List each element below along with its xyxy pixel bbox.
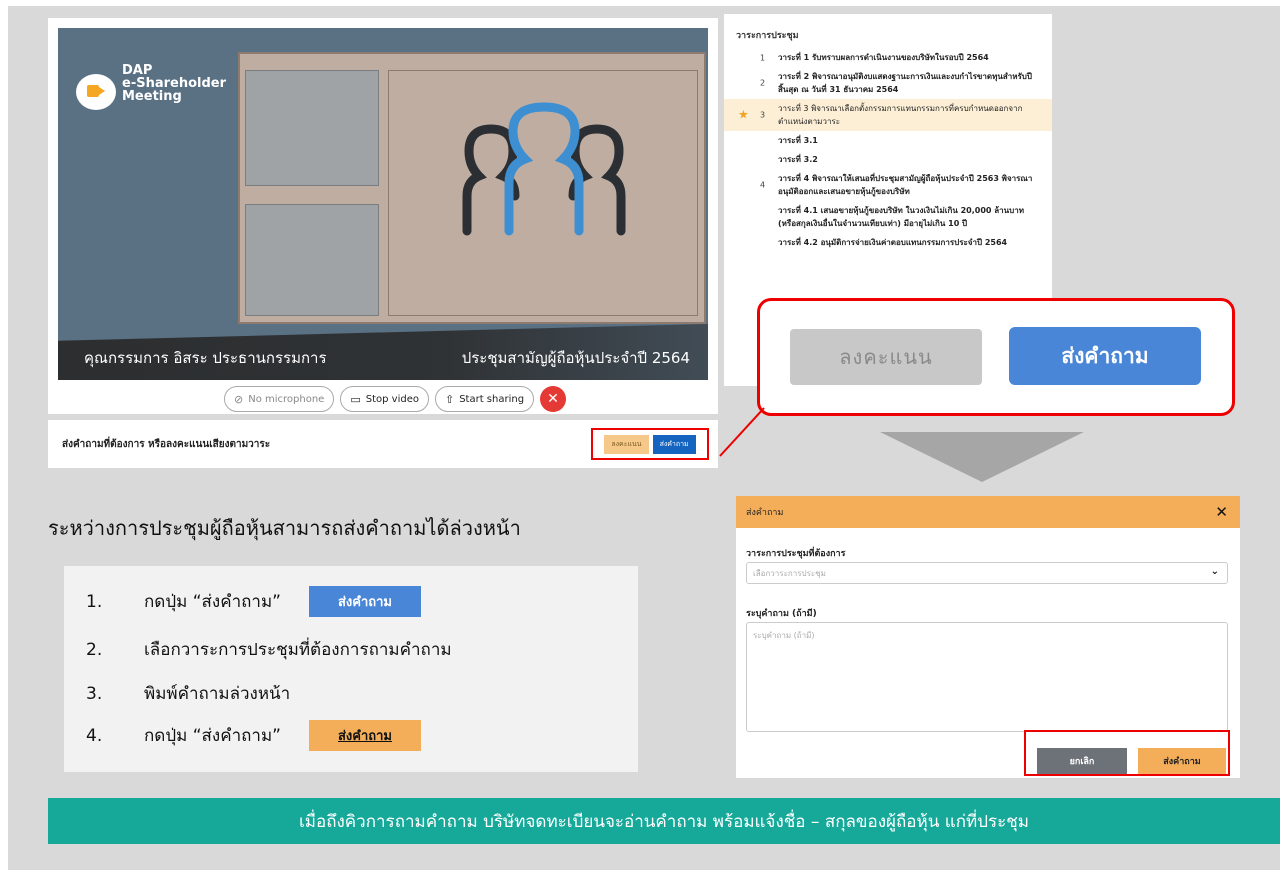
- action-strip: ส่งคำถามที่ต้องการ หรือลงคะแนนเสียงตามวา…: [48, 420, 718, 468]
- step-number: 1.: [86, 591, 103, 612]
- agenda-text: วาระที่ 3.2: [778, 155, 818, 164]
- step-item: 4. กดปุ่ม “ส่งคำถาม” ส่งคำถาม: [86, 720, 421, 751]
- video-tile: [245, 204, 379, 316]
- close-icon: ✕: [547, 391, 559, 407]
- video-area: DAP e-Shareholder Meeting คุณกรรมการ อิส…: [58, 28, 708, 380]
- send-question-button-example: ส่งคำถาม: [309, 586, 421, 617]
- agenda-item[interactable]: 4 วาระที่ 4 พิจารณาให้เสนอที่ประชุมสามัญ…: [724, 169, 1052, 201]
- meeting-panel: DAP e-Shareholder Meeting คุณกรรมการ อิส…: [48, 18, 718, 414]
- logo-text: DAP e-Shareholder Meeting: [122, 63, 227, 104]
- agenda-select-label: วาระการประชุมที่ต้องการ: [746, 549, 846, 559]
- question-placeholder: ระบุคำถาม (ถ้ามี): [753, 631, 815, 640]
- info-banner-text: เมื่อถึงคิวการถามคำถาม บริษัทจดทะเบียนจะ…: [298, 811, 1029, 832]
- submit-question-button-example: ส่งคำถาม: [309, 720, 421, 751]
- agenda-text: วาระที่ 1 รับทราบผลการดำเนินงานของบริษัท…: [778, 53, 989, 62]
- step-text: เลือกวาระการประชุมที่ต้องการถามคำถาม: [144, 640, 452, 660]
- agenda-subitem[interactable]: วาระที่ 4.2 อนุมัติการจ่ายเงินค่าตอบแทนก…: [724, 233, 1052, 252]
- participants-icon: [462, 102, 626, 236]
- microphone-label: No microphone: [248, 393, 325, 405]
- camera-bubble-icon: [76, 74, 116, 110]
- step-item: 1. กดปุ่ม “ส่งคำถาม” ส่งคำถาม: [86, 586, 421, 617]
- cancel-button[interactable]: ยกเลิก: [1037, 748, 1127, 774]
- agenda-subitem[interactable]: วาระที่ 4.1 เสนอขายหุ้นกู้ของบริษัท ในวง…: [724, 201, 1052, 233]
- step-item: 2. เลือกวาระการประชุมที่ต้องการถามคำถาม: [86, 636, 452, 663]
- action-strip-label: ส่งคำถามที่ต้องการ หรือลงคะแนนเสียงตามวา…: [62, 439, 271, 450]
- chevron-down-icon: ⌄: [1210, 566, 1219, 577]
- step-number: 4.: [86, 725, 103, 746]
- share-screen-icon: ⇧: [444, 392, 455, 406]
- instructions-heading: ระหว่างการประชุมผู้ถือหุ้นสามารถส่งคำถาม…: [48, 516, 521, 540]
- agenda-item[interactable]: 2 วาระที่ 2 พิจารณาอนุมัติงบแสดงฐานะการเ…: [724, 67, 1052, 99]
- send-question-button[interactable]: ส่งคำถาม: [652, 434, 696, 454]
- action-buttons-highlight: ลงคะแนน ส่งคำถาม: [591, 428, 709, 460]
- info-banner: เมื่อถึงคิวการถามคำถาม บริษัทจดทะเบียนจะ…: [48, 798, 1280, 844]
- shared-screen: [238, 52, 706, 324]
- step-text: กดปุ่ม “ส่งคำถาม”: [144, 726, 281, 746]
- video-tile: [245, 70, 379, 186]
- stop-video-button[interactable]: ▭ Stop video: [340, 386, 429, 412]
- step-number: 2.: [86, 639, 103, 660]
- video-camera-icon: ▭: [350, 392, 361, 406]
- agenda-list: 1 วาระที่ 1 รับทราบผลการดำเนินงานของบริษ…: [724, 48, 1052, 252]
- close-icon[interactable]: ✕: [1215, 503, 1228, 521]
- agenda-subitem[interactable]: วาระที่ 3.1: [724, 131, 1052, 150]
- agenda-select[interactable]: เลือกวาระการประชุม ⌄: [746, 562, 1228, 584]
- step-number: 3.: [86, 683, 103, 704]
- agenda-number: 3: [760, 110, 766, 120]
- agenda-select-placeholder: เลือกวาระการประชุม: [753, 568, 826, 578]
- agenda-title: วาระการประชุม: [736, 31, 799, 41]
- modal-header: ส่งคำถาม ✕: [736, 496, 1240, 528]
- agenda-subitem[interactable]: วาระที่ 3.2: [724, 150, 1052, 169]
- instructions-steps: 1. กดปุ่ม “ส่งคำถาม” ส่งคำถาม 2. เลือกวา…: [64, 566, 638, 772]
- send-question-button-zoomed[interactable]: ส่งคำถาม: [1009, 327, 1201, 385]
- vote-button[interactable]: ลงคะแนน: [604, 434, 649, 454]
- buttons-zoom-callout: ลงคะแนน ส่งคำถาม: [757, 298, 1235, 416]
- agenda-text: วาระที่ 4 พิจารณาให้เสนอที่ประชุมสามัญผู…: [778, 174, 1033, 196]
- agenda-item-current[interactable]: ★ 3 วาระที่ 3 พิจารณาเลือกตั้งกรรมการแทน…: [724, 99, 1052, 131]
- start-sharing-label: Start sharing: [459, 393, 525, 405]
- hang-up-button[interactable]: ✕: [540, 386, 567, 412]
- step-item: 3. พิมพ์คำถามล่วงหน้า: [86, 680, 290, 707]
- modal-buttons-highlight: ยกเลิก ส่งคำถาม: [1024, 730, 1230, 776]
- callout-connector-line: [719, 407, 765, 457]
- agenda-text: วาระที่ 2 พิจารณาอนุมัติงบแสดงฐานะการเงิ…: [778, 72, 1032, 94]
- agenda-number: 1: [760, 53, 766, 62]
- step-text: พิมพ์คำถามล่วงหน้า: [144, 684, 291, 704]
- modal-title: ส่งคำถาม: [746, 508, 784, 518]
- submit-question-button[interactable]: ส่งคำถาม: [1138, 748, 1226, 774]
- agenda-number: 4: [760, 180, 766, 190]
- agenda-text: วาระที่ 4.2 อนุมัติการจ่ายเงินค่าตอบแทนก…: [778, 238, 1008, 247]
- speaker-caption: คุณกรรมการ อิสระ ประธานกรรมการ: [84, 349, 327, 367]
- question-label: ระบุคำถาม (ถ้ามี): [746, 609, 817, 619]
- agenda-text: วาระที่ 3.1: [778, 136, 818, 145]
- stop-video-label: Stop video: [365, 393, 419, 405]
- main-video-tile: [388, 70, 698, 316]
- question-textarea[interactable]: ระบุคำถาม (ถ้ามี): [746, 622, 1228, 732]
- microphone-button[interactable]: ⊘ No microphone: [224, 386, 335, 412]
- vote-button-zoomed[interactable]: ลงคะแนน: [790, 329, 982, 385]
- start-sharing-button[interactable]: ⇧ Start sharing: [434, 386, 535, 412]
- meeting-caption: ประชุมสามัญผู้ถือหุ้นประจำปี 2564: [461, 349, 690, 367]
- agenda-text: วาระที่ 3 พิจารณาเลือกตั้งกรรมการแทนกรรม…: [778, 104, 1023, 126]
- step-text: กดปุ่ม “ส่งคำถาม”: [144, 592, 281, 612]
- agenda-item[interactable]: 1 วาระที่ 1 รับทราบผลการดำเนินงานของบริษ…: [724, 48, 1052, 67]
- call-controls: ⊘ No microphone ▭ Stop video ⇧ Start sha…: [224, 386, 567, 412]
- agenda-number: 2: [760, 78, 766, 88]
- send-question-modal: ส่งคำถาม ✕ วาระการประชุมที่ต้องการ เลือก…: [736, 496, 1240, 778]
- dap-logo: DAP e-Shareholder Meeting: [76, 64, 242, 110]
- down-arrow-icon: [880, 432, 1084, 482]
- agenda-text: วาระที่ 4.1 เสนอขายหุ้นกู้ของบริษัท ในวง…: [778, 206, 1024, 228]
- star-icon: ★: [738, 107, 749, 122]
- mic-off-icon: ⊘: [234, 392, 244, 406]
